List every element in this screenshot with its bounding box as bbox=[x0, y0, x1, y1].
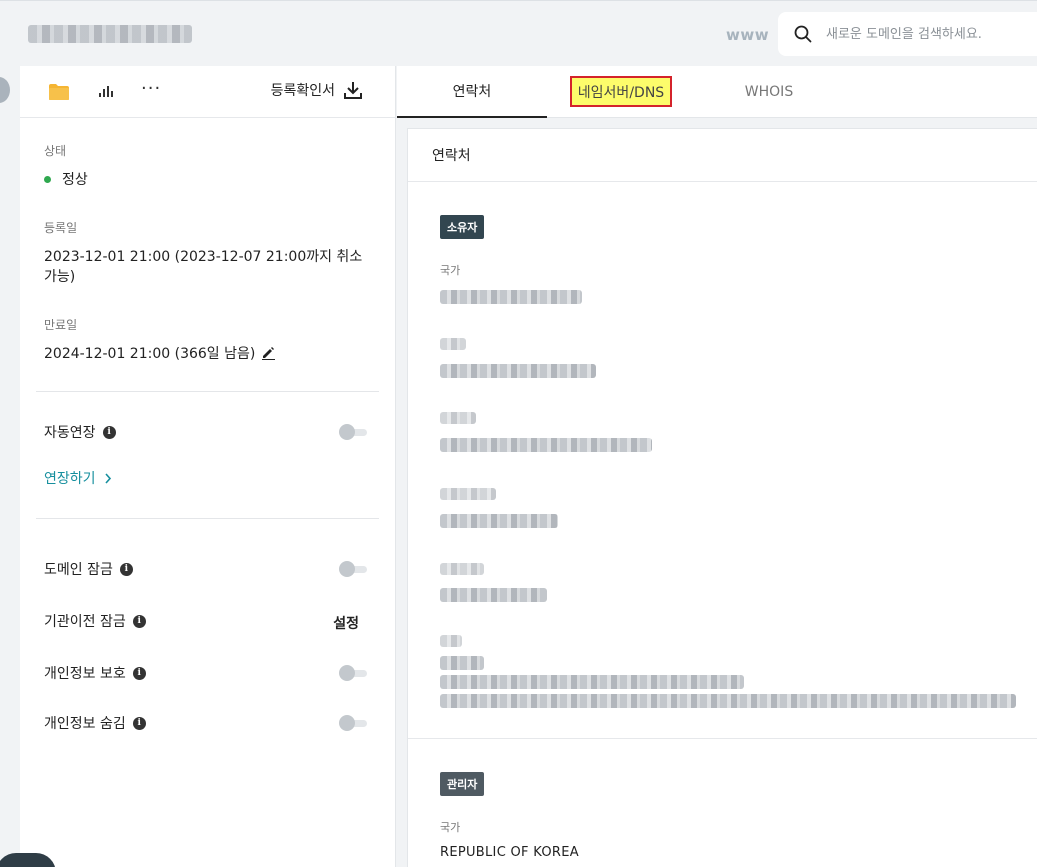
admin-badge: 관리자 bbox=[440, 772, 485, 796]
info-icon[interactable]: i bbox=[132, 666, 146, 680]
admin-country-value: REPUBLIC OF KOREA bbox=[440, 845, 579, 860]
owner-country-label: 국가 bbox=[440, 264, 461, 277]
domain-lock-label: 도메인 잠금 bbox=[44, 562, 113, 578]
status-dot-icon bbox=[44, 175, 51, 183]
registered-date-value: 2023-12-01 21:00 (2023-12-07 21:00까지 취소 … bbox=[44, 249, 363, 285]
domain-search-box[interactable] bbox=[778, 12, 1037, 56]
auto-renew-row: 자동연장 i bbox=[20, 406, 395, 458]
download-icon bbox=[344, 82, 362, 99]
top-bar: www bbox=[0, 0, 1037, 66]
certificate-label: 등록확인서 bbox=[270, 83, 335, 99]
tab-nameserver-dns[interactable]: 네임서버/DNS bbox=[570, 76, 672, 107]
stats-icon[interactable] bbox=[98, 84, 114, 98]
domain-lock-toggle[interactable] bbox=[339, 561, 367, 577]
tab-content: 연락처 소유자 국가 관리자 국가 REPUBLIC OF KOREA bbox=[397, 118, 1037, 867]
contacts-title: 연락처 bbox=[408, 129, 1037, 182]
redacted-label bbox=[440, 338, 466, 350]
privacy-protection-row: 개인정보 보호 i bbox=[20, 647, 395, 699]
redacted-value bbox=[440, 514, 558, 528]
privacy-hide-row: 개인정보 숨김 i bbox=[20, 699, 395, 747]
auto-renew-label: 자동연장 bbox=[44, 425, 96, 441]
expiry-date-label: 만료일 bbox=[44, 318, 78, 332]
certificate-download-button[interactable]: 등록확인서 bbox=[271, 80, 362, 100]
extend-link[interactable]: 연장하기 bbox=[20, 458, 395, 498]
redacted-value bbox=[440, 364, 596, 378]
detail-panel: 연락처 네임서버/DNS WHOIS 연락처 소유자 국가 관리자 국가 REP… bbox=[397, 66, 1037, 867]
tab-bar: 연락처 네임서버/DNS WHOIS bbox=[397, 66, 1037, 118]
folder-icon[interactable] bbox=[48, 83, 70, 101]
redacted-label bbox=[440, 635, 462, 647]
contacts-card: 연락처 소유자 국가 관리자 국가 REPUBLIC OF KOREA bbox=[407, 128, 1037, 867]
redacted-value bbox=[440, 438, 652, 452]
privacy-hide-toggle[interactable] bbox=[339, 715, 367, 731]
domain-details: 상태 정상 등록일 2023-12-01 21:00 (2023-12-07 2… bbox=[20, 118, 395, 363]
domain-info-panel: ··· 등록확인서 상태 정상 등록일 2023-12-01 21:00 (20… bbox=[20, 66, 396, 867]
tab-whois[interactable]: WHOIS bbox=[719, 66, 819, 118]
info-icon[interactable]: i bbox=[119, 562, 133, 576]
transfer-lock-setting-button[interactable]: 설정 bbox=[333, 613, 359, 633]
transfer-lock-label: 기관이전 잠금 bbox=[44, 614, 126, 630]
edit-pencil-icon[interactable] bbox=[261, 346, 276, 360]
search-icon[interactable] bbox=[794, 25, 812, 43]
redacted-value bbox=[440, 656, 484, 670]
status-value: 정상 bbox=[44, 169, 371, 189]
redacted-label bbox=[440, 488, 496, 500]
privacy-hide-label: 개인정보 숨김 bbox=[44, 716, 126, 732]
www-label: www bbox=[726, 26, 770, 44]
owner-badge: 소유자 bbox=[440, 215, 485, 239]
more-options-icon[interactable]: ··· bbox=[141, 80, 161, 98]
redacted-label bbox=[440, 412, 476, 424]
info-icon[interactable]: i bbox=[132, 614, 146, 628]
status-label: 상태 bbox=[44, 144, 67, 158]
expiry-date-value: 2024-12-01 21:00 (366일 남음) bbox=[44, 343, 371, 363]
tab-contacts[interactable]: 연락처 bbox=[397, 66, 547, 118]
transfer-lock-row: 기관이전 잠금 i 설정 bbox=[20, 595, 395, 647]
info-icon[interactable]: i bbox=[102, 425, 116, 439]
chevron-right-icon bbox=[104, 472, 111, 484]
redacted-value bbox=[440, 694, 1016, 708]
admin-section: 관리자 국가 REPUBLIC OF KOREA bbox=[408, 739, 1037, 860]
panel-toolbar: ··· 등록확인서 bbox=[20, 66, 395, 118]
expiry-date-text: 2024-12-01 21:00 (366일 남음) bbox=[44, 346, 256, 362]
auto-renew-toggle[interactable] bbox=[339, 424, 367, 440]
search-input[interactable] bbox=[826, 22, 1036, 46]
privacy-protection-label: 개인정보 보호 bbox=[44, 666, 126, 682]
redacted-value bbox=[440, 588, 547, 602]
privacy-protection-toggle[interactable] bbox=[339, 665, 367, 681]
extend-link-label: 연장하기 bbox=[44, 471, 96, 487]
domain-lock-row: 도메인 잠금 i bbox=[20, 543, 395, 595]
admin-country-label: 국가 bbox=[440, 821, 461, 834]
info-icon[interactable]: i bbox=[132, 716, 146, 730]
domain-name-redacted bbox=[28, 25, 192, 43]
owner-section: 소유자 국가 bbox=[408, 182, 1037, 708]
redacted-value bbox=[440, 675, 744, 689]
status-text: 정상 bbox=[62, 172, 88, 188]
redacted-value bbox=[440, 290, 582, 304]
redacted-label bbox=[440, 563, 484, 575]
side-handle[interactable] bbox=[0, 77, 10, 103]
registered-date-label: 등록일 bbox=[44, 221, 78, 235]
